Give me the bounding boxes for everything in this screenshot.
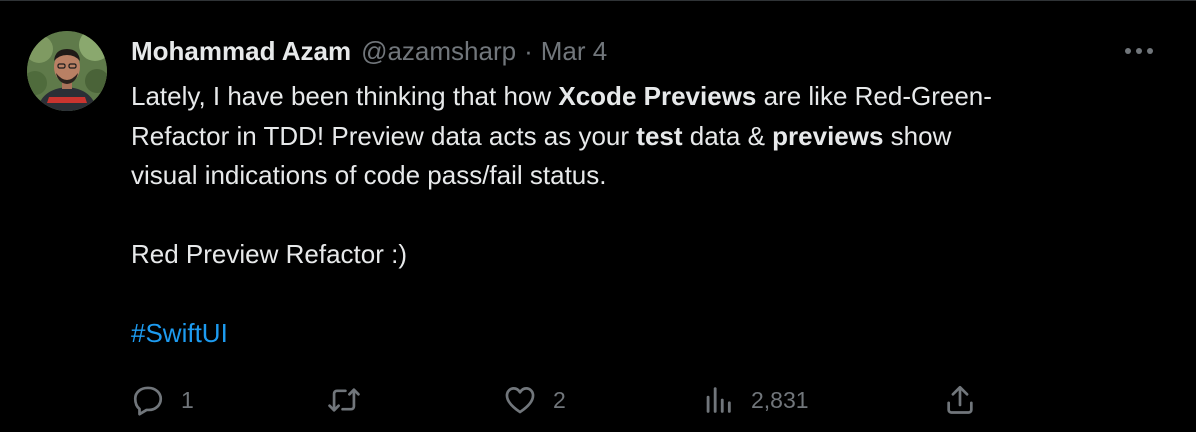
reply-button[interactable]: 1 — [131, 379, 194, 421]
retweet-button[interactable] — [327, 379, 377, 421]
views-count: 2,831 — [751, 386, 809, 413]
avatar-image — [27, 31, 107, 111]
bold-text: previews — [772, 120, 884, 151]
display-name[interactable]: Mohammad Azam — [131, 33, 351, 69]
tweet-text-line: Lately, I have been thinking that how Xc… — [131, 77, 1161, 117]
bold-text: test — [636, 120, 683, 151]
text-run: Refactor in TDD! Preview data acts as yo… — [131, 120, 637, 151]
tweet[interactable]: Mohammad Azam @azamsharp · Mar 4 Lately,… — [0, 0, 1196, 432]
hashtag-link[interactable]: #SwiftUI — [131, 318, 228, 348]
bold-text: Xcode Previews — [558, 81, 757, 111]
text-run: Lately, I have been thinking that how — [131, 81, 559, 111]
retweet-icon — [328, 388, 360, 412]
like-button[interactable]: 2 — [503, 379, 566, 421]
avatar[interactable] — [27, 31, 107, 111]
tweet-text-line: Refactor in TDD! Preview data acts as yo… — [131, 117, 1161, 157]
text-run: data & — [682, 120, 773, 151]
more-options-button[interactable] — [1122, 39, 1156, 63]
text-run: are like Red-Green- — [756, 81, 992, 111]
tweet-text-line: Red Preview Refactor :) — [131, 239, 407, 269]
tweet-text-line: #SwiftUI — [131, 314, 1161, 354]
more-dots-icon — [1125, 48, 1153, 54]
tweet-date[interactable]: Mar 4 — [541, 33, 607, 69]
views-button[interactable]: 2,831 — [701, 379, 809, 421]
share-icon — [947, 385, 973, 414]
text-run: show — [883, 120, 952, 151]
share-button[interactable] — [943, 379, 977, 421]
like-count: 2 — [553, 386, 566, 413]
user-handle[interactable]: @azamsharp — [361, 33, 516, 69]
reply-count: 1 — [181, 386, 194, 413]
tweet-text: Lately, I have been thinking that how Xc… — [131, 77, 1161, 354]
views-icon — [706, 387, 731, 413]
action-bar: 1 2 2,831 — [131, 379, 991, 421]
heart-icon — [505, 387, 535, 414]
tweet-text-line: visual indications of code pass/fail sta… — [131, 160, 607, 190]
reply-icon — [133, 386, 163, 416]
separator-dot: · — [524, 36, 533, 66]
tweet-header: Mohammad Azam @azamsharp · Mar 4 — [131, 33, 607, 69]
